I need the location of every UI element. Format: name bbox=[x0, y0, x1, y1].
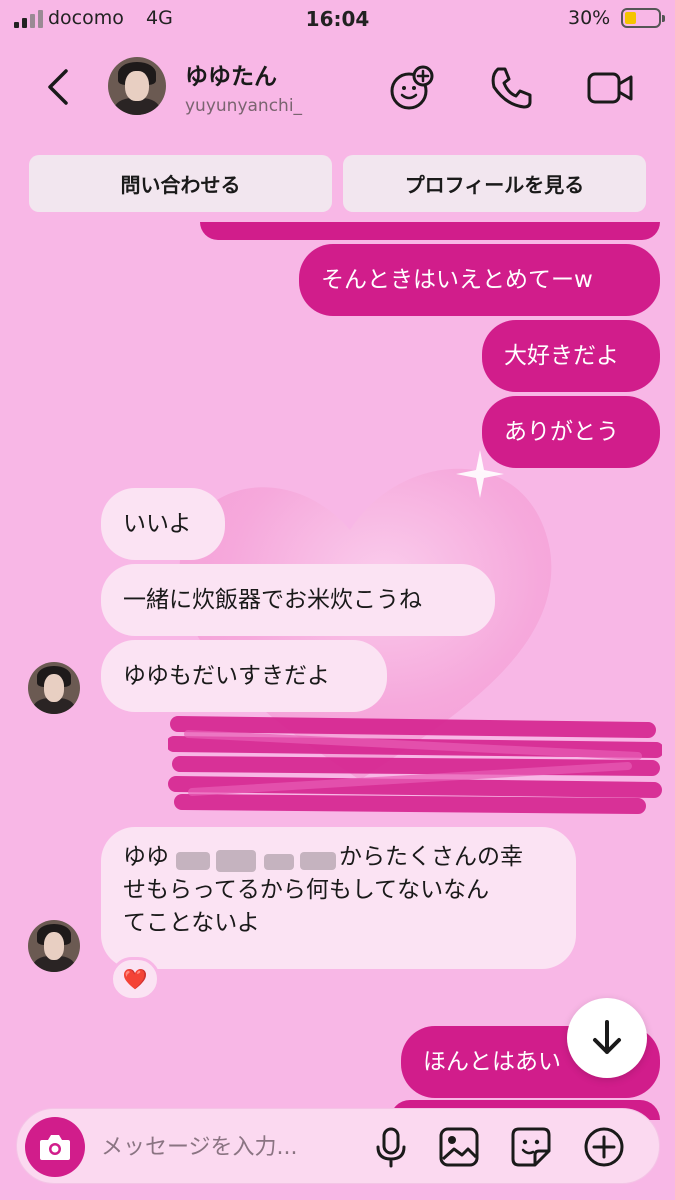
message-input[interactable] bbox=[101, 1127, 371, 1167]
phone-icon[interactable] bbox=[486, 63, 536, 113]
battery-percent: 30% bbox=[568, 7, 611, 29]
chat-screen: docomo 4G 16:04 30% ゆゆたん yuyunyanchi_ 問い… bbox=[0, 0, 675, 1200]
redacted-message bbox=[168, 716, 662, 814]
message-text: てことないよ bbox=[123, 910, 260, 936]
message-text: そんときはいえとめてーw bbox=[321, 267, 593, 293]
heart-reaction[interactable]: ❤️ bbox=[110, 957, 160, 1001]
message-text: からたくさんの幸 bbox=[339, 844, 523, 870]
redacted-name bbox=[176, 850, 336, 872]
message-text: ゆゆ bbox=[123, 844, 169, 870]
message-composer bbox=[16, 1108, 660, 1184]
camera-icon bbox=[40, 1135, 70, 1160]
sender-avatar[interactable] bbox=[28, 920, 80, 972]
video-camera-icon[interactable] bbox=[585, 63, 635, 113]
contact-button[interactable]: 問い合わせる bbox=[29, 155, 332, 212]
message-text: ゆゆもだいすきだよ bbox=[123, 663, 330, 689]
contact-name[interactable]: ゆゆたん bbox=[185, 57, 277, 91]
sent-message-bubble[interactable]: ありがとう bbox=[482, 396, 660, 468]
received-message-bubble[interactable]: いいよ bbox=[101, 488, 225, 560]
arrow-down-icon bbox=[593, 1020, 621, 1054]
sent-message-bubble bbox=[200, 222, 660, 240]
camera-button[interactable] bbox=[25, 1117, 85, 1177]
message-text: ほんとはあい bbox=[423, 1049, 561, 1075]
sent-message-bubble[interactable]: そんときはいえとめてーw bbox=[299, 244, 660, 316]
sender-avatar[interactable] bbox=[28, 662, 80, 714]
message-text: いいよ bbox=[123, 511, 192, 537]
chat-header: ゆゆたん yuyunyanchi_ bbox=[0, 45, 675, 135]
back-arrow-icon[interactable] bbox=[38, 65, 78, 109]
received-message-bubble[interactable]: ゆゆもだいすきだよ bbox=[101, 640, 387, 712]
scroll-to-bottom-button[interactable] bbox=[567, 998, 647, 1078]
view-profile-button[interactable]: プロフィールを見る bbox=[343, 155, 646, 212]
status-bar: docomo 4G 16:04 30% bbox=[0, 0, 675, 40]
microphone-icon[interactable] bbox=[369, 1125, 413, 1169]
plus-icon[interactable] bbox=[582, 1125, 626, 1169]
image-icon[interactable] bbox=[437, 1125, 481, 1169]
message-text: 一緒に炊飯器でお米炊こうね bbox=[123, 587, 422, 613]
message-text: ありがとう bbox=[504, 419, 619, 445]
received-message-bubble[interactable]: 一緒に炊飯器でお米炊こうね bbox=[101, 564, 495, 636]
effects-icon[interactable] bbox=[387, 63, 437, 113]
message-text: せもらってるから何もしてないなん bbox=[123, 877, 490, 903]
avatar[interactable] bbox=[108, 57, 166, 115]
battery-icon bbox=[621, 8, 665, 28]
sticker-icon[interactable] bbox=[509, 1125, 553, 1169]
sent-message-bubble[interactable]: 大好きだよ bbox=[482, 320, 660, 392]
message-text: 大好きだよ bbox=[504, 343, 619, 369]
contact-handle[interactable]: yuyunyanchi_ bbox=[185, 96, 302, 116]
